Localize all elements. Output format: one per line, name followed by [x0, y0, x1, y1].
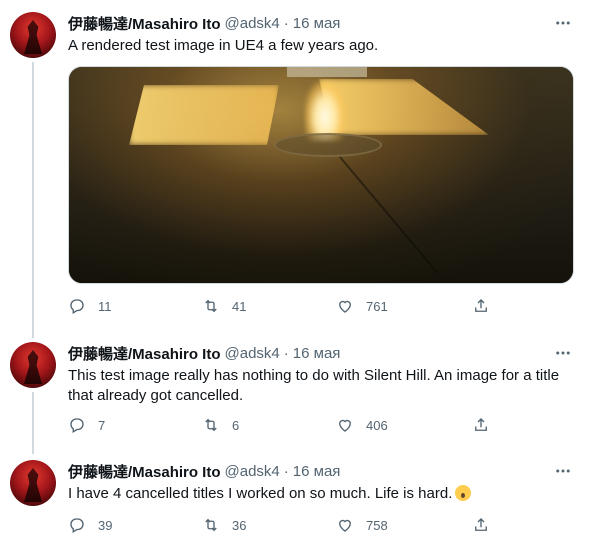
tweet-3[interactable]: 伊藤暢達/Masahiro Ito @adsk4 · 16 мая I have…	[0, 460, 590, 540]
author-handle[interactable]: @adsk4	[225, 345, 280, 362]
tweet-actions: 11 41 761	[68, 297, 487, 315]
retweet-count: 6	[232, 417, 240, 433]
share-button[interactable]	[472, 297, 490, 318]
retweet-button[interactable]: 36	[202, 516, 336, 534]
reply-icon	[70, 518, 84, 533]
like-icon	[339, 300, 351, 313]
tweet-header: 伊藤暢達/Masahiro Ito @adsk4 · 16 мая	[68, 342, 576, 364]
like-icon	[339, 519, 351, 532]
like-count: 406	[366, 417, 388, 433]
author-handle[interactable]: @adsk4	[225, 15, 280, 32]
tweet-date[interactable]: 16 мая	[293, 345, 341, 362]
share-button[interactable]	[472, 516, 490, 537]
reply-count: 7	[98, 417, 106, 433]
share-icon	[475, 299, 487, 312]
anxious-face-with-sweat-emoji	[455, 485, 472, 501]
share-button[interactable]	[472, 416, 490, 437]
separator: ·	[283, 462, 289, 480]
retweet-icon	[205, 418, 217, 432]
like-button[interactable]: 758	[336, 516, 470, 534]
retweet-count: 41	[232, 298, 247, 314]
tweet-actions: 7 6 406	[68, 416, 487, 434]
tweet-date[interactable]: 16 мая	[293, 15, 341, 32]
more-icon[interactable]	[552, 460, 574, 482]
retweet-icon	[205, 299, 217, 313]
retweet-button[interactable]: 6	[202, 416, 336, 434]
avatar[interactable]	[10, 460, 56, 506]
like-count: 758	[366, 517, 388, 533]
like-icon	[339, 419, 351, 432]
tweet-actions: 39 36 758	[68, 516, 487, 534]
tweet-header: 伊藤暢達/Masahiro Ito @adsk4 · 16 мая	[68, 460, 576, 482]
reply-count: 39	[98, 517, 113, 533]
tweet-text-line: This test image really has nothing to do…	[68, 367, 560, 384]
reply-icon	[70, 299, 84, 314]
like-button[interactable]: 761	[336, 297, 470, 315]
avatar[interactable]	[10, 342, 56, 388]
tweet-text: A rendered test image in UE4 a few years…	[68, 37, 379, 54]
tweet-1[interactable]: 伊藤暢達/Masahiro Ito @adsk4 · 16 мая A rend…	[0, 12, 590, 322]
tweet-date[interactable]: 16 мая	[293, 463, 341, 480]
share-icon	[475, 418, 487, 431]
reply-button[interactable]: 7	[68, 416, 202, 434]
tweet-2[interactable]: 伊藤暢達/Masahiro Ito @adsk4 · 16 мая This t…	[0, 342, 590, 442]
author-name[interactable]: 伊藤暢達/Masahiro Ito	[68, 343, 221, 364]
tweet-image[interactable]	[68, 66, 574, 284]
more-icon[interactable]	[552, 342, 574, 364]
tweet-header: 伊藤暢達/Masahiro Ito @adsk4 · 16 мая	[68, 12, 576, 34]
tweet-text-line: that already got cancelled.	[68, 387, 244, 404]
like-button[interactable]: 406	[336, 416, 470, 434]
reply-count: 11	[98, 298, 112, 314]
retweet-icon	[205, 518, 217, 532]
tweet-text-container: I have 4 cancelled titles I worked on so…	[68, 484, 576, 504]
separator: ·	[283, 344, 289, 362]
reply-icon	[70, 418, 84, 433]
retweet-button[interactable]: 41	[202, 297, 336, 315]
tweet-text: This test image really has nothing to do…	[68, 366, 576, 406]
author-name[interactable]: 伊藤暢達/Masahiro Ito	[68, 13, 221, 34]
like-count: 761	[366, 298, 388, 314]
tweet-text: I have 4 cancelled titles I worked on so…	[68, 485, 453, 502]
share-icon	[475, 518, 487, 531]
author-handle[interactable]: @adsk4	[225, 463, 280, 480]
reply-button[interactable]: 11	[68, 297, 202, 315]
reply-button[interactable]: 39	[68, 516, 202, 534]
author-name[interactable]: 伊藤暢達/Masahiro Ito	[68, 461, 221, 482]
more-icon[interactable]	[552, 12, 574, 34]
separator: ·	[283, 14, 289, 32]
retweet-count: 36	[232, 517, 247, 533]
avatar[interactable]	[10, 12, 56, 58]
